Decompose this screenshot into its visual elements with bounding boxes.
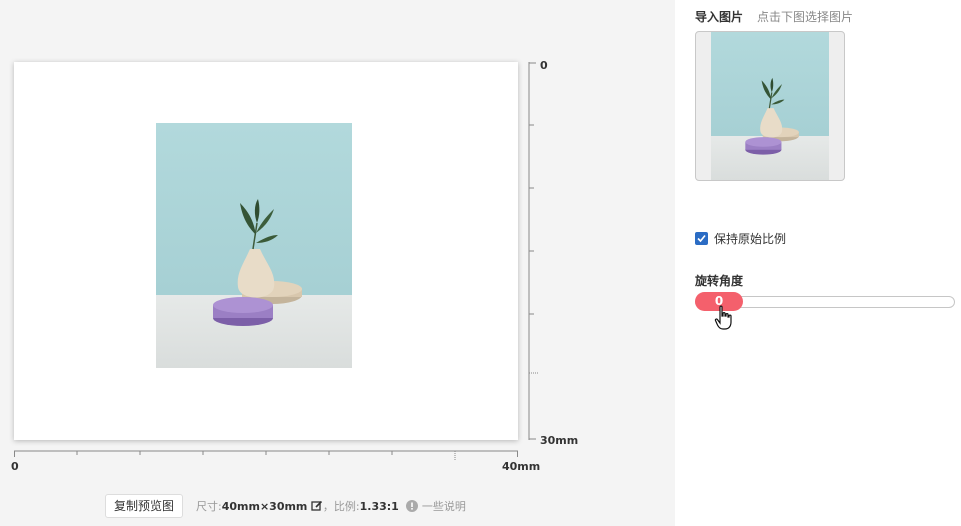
thumbnail-illustration (745, 77, 799, 155)
preview-image[interactable] (156, 123, 352, 368)
info-icon[interactable] (406, 499, 419, 515)
size-info-bar: 尺寸:40mm×30mm ，比例:1.33:1 一些说明 (196, 498, 466, 515)
horizontal-ruler (14, 450, 518, 461)
v-ruler-end: 30mm (540, 434, 579, 447)
copy-preview-button[interactable]: 复制预览图 (105, 494, 184, 518)
ratio-value: 1.33:1 (359, 500, 399, 513)
h-ruler-end: 40mm (502, 460, 541, 473)
import-hint: 点击下图选择图片 (757, 10, 854, 24)
rotate-title: 旋转角度 (695, 274, 744, 288)
hand-cursor-icon (714, 305, 732, 330)
vertical-ruler (528, 62, 538, 440)
canvas-preview (14, 62, 518, 440)
ratio-label: ，比例: (322, 500, 360, 513)
import-title: 导入图片 (695, 10, 744, 24)
size-value: 40mm×30mm (221, 500, 308, 513)
size-label: 尺寸: (196, 500, 222, 513)
keep-ratio-label: 保持原始比例 (714, 232, 787, 246)
v-ruler-start: 0 (540, 59, 548, 72)
check-icon[interactable] (695, 232, 708, 245)
h-ruler-start: 0 (11, 460, 19, 473)
info-label[interactable]: 一些说明 (422, 500, 466, 513)
vase-plant-illustration (213, 199, 302, 326)
thumbnail-image (711, 32, 829, 180)
settings-panel: 导入图片 点击下图选择图片 保持原始比例 旋转角度 0 (675, 0, 961, 526)
keep-ratio-checkbox[interactable]: 保持原始比例 (695, 230, 786, 247)
image-picker[interactable] (695, 31, 845, 181)
edit-icon[interactable] (311, 500, 323, 515)
